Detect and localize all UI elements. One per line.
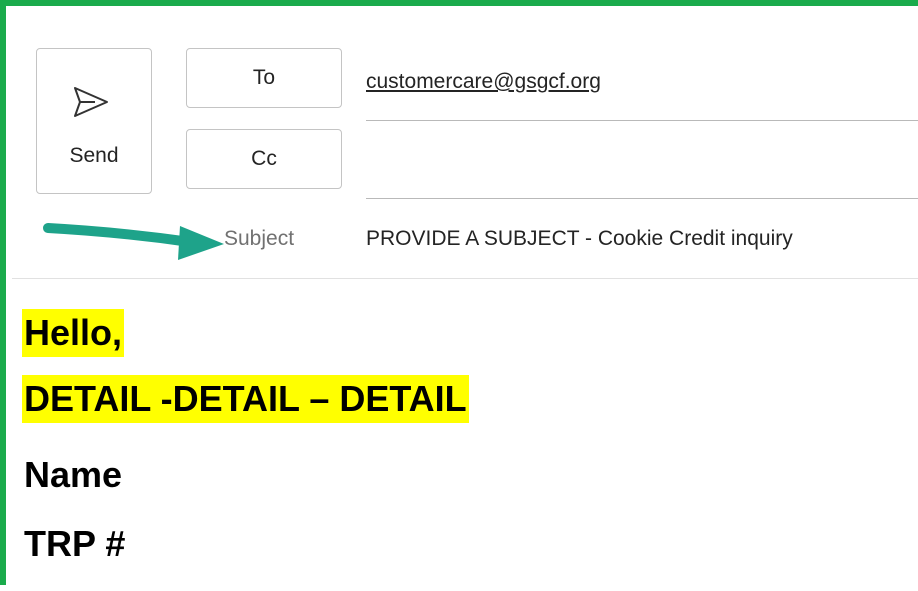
cc-field[interactable] bbox=[366, 142, 918, 182]
cc-field-underline bbox=[366, 198, 918, 199]
to-recipient[interactable]: customercare@gsgcf.org bbox=[366, 70, 601, 93]
send-label: Send bbox=[69, 144, 119, 167]
subject-label: Subject bbox=[224, 227, 295, 250]
send-icon bbox=[74, 87, 108, 117]
body-line-greeting: Hello, bbox=[22, 309, 125, 357]
to-field-underline bbox=[366, 120, 918, 121]
window-frame: Send To Cc customercare@gsgcf.org Subjec… bbox=[0, 0, 918, 585]
arrow-annotation-icon bbox=[43, 223, 224, 260]
cc-button-label: Cc bbox=[251, 147, 277, 170]
to-button[interactable]: To bbox=[186, 48, 342, 108]
body-line-trp: TRP # bbox=[24, 523, 126, 564]
body-line-name: Name bbox=[24, 454, 123, 495]
subject-field[interactable]: PROVIDE A SUBJECT - Cookie Credit inquir… bbox=[366, 219, 793, 259]
to-button-label: To bbox=[252, 66, 276, 89]
cc-button[interactable]: Cc bbox=[186, 129, 342, 189]
message-body[interactable]: Hello, DETAIL -DETAIL – DETAIL Name TRP … bbox=[12, 279, 918, 591]
compose-header: Send To Cc customercare@gsgcf.org Subjec… bbox=[12, 12, 918, 279]
body-line-detail: DETAIL -DETAIL – DETAIL bbox=[22, 375, 469, 423]
to-field[interactable]: customercare@gsgcf.org bbox=[366, 62, 918, 102]
send-button[interactable]: Send bbox=[36, 48, 152, 194]
